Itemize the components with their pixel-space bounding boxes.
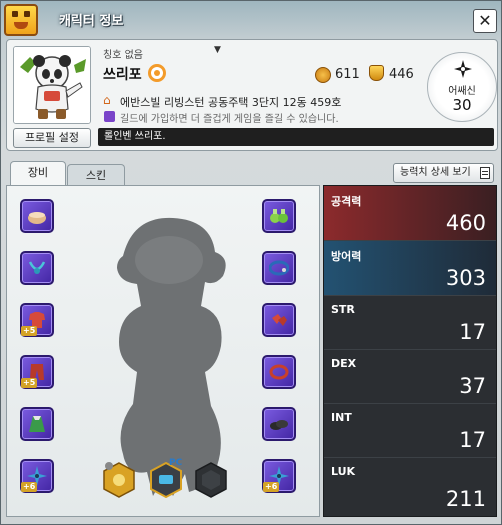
class-name: 어쌔신 (448, 86, 476, 97)
window-title: 캐릭터 정보 (59, 14, 124, 29)
trophy-value: 446 (389, 67, 414, 82)
profile-area: 프로필 설정 칭호 없음 ▼ 쓰리포 611 446 ⌂ 에반스빌 리빙스턴 공… (6, 39, 498, 151)
character-info-icon (4, 4, 38, 36)
stat-value: 303 (445, 266, 486, 290)
equip-slot-left-6[interactable]: +6 (20, 459, 54, 493)
equip-slot-left-2[interactable] (20, 251, 54, 285)
stat-row-attack: 공격력 460 (324, 186, 496, 241)
stat-label: STR (331, 303, 355, 316)
stat-label: 방어력 (331, 250, 362, 263)
enhance-badge: +6 (21, 482, 38, 492)
equip-slot-right-4[interactable] (262, 355, 296, 389)
empty-slot[interactable] (194, 462, 228, 498)
stat-label: 공격력 (331, 195, 362, 208)
stat-value: 211 (445, 487, 486, 511)
emblem-slot[interactable] (102, 462, 136, 498)
tier-badge-icon (148, 64, 166, 82)
equip-slot-left-1[interactable] (20, 199, 54, 233)
equip-slot-right-3[interactable] (262, 303, 296, 337)
character-info-window: 캐릭터 정보 ✕ 프로필 설정 칭호 없음 ▼ 쓰리포 611 446 ⌂ 에반… (0, 0, 502, 525)
popularity-icon (315, 67, 331, 83)
stat-row-int: INT 17 (324, 404, 496, 458)
equip-slot-right-5[interactable] (262, 407, 296, 441)
guild-icon (104, 111, 115, 122)
enhance-badge: +6 (263, 482, 280, 492)
tab-skin[interactable]: 스킨 (67, 164, 125, 185)
popularity-value: 611 (335, 67, 360, 82)
document-icon (480, 167, 490, 179)
title-bar[interactable]: 캐릭터 정보 ✕ (1, 1, 501, 41)
empty-hex-icon (195, 462, 227, 498)
character-silhouette (117, 217, 226, 496)
bowl-icon (28, 212, 46, 224)
gloves-icon (272, 314, 287, 326)
pc-slot[interactable]: PC (149, 458, 183, 499)
equip-slot-right-6[interactable]: +6 (262, 459, 296, 493)
enhance-badge: +5 (21, 378, 38, 388)
stat-value: 460 (445, 211, 486, 235)
stat-value: 17 (459, 428, 486, 452)
stat-row-luk: LUK 211 (324, 458, 496, 516)
equip-slot-right-2[interactable] (262, 251, 296, 285)
title-label: 칭호 없음 (103, 50, 143, 61)
necklace-icon (28, 261, 46, 274)
profile-settings-button[interactable]: 프로필 설정 (13, 128, 91, 148)
stat-label: INT (331, 411, 352, 424)
equip-slot-left-3[interactable]: +5 (20, 303, 54, 337)
collar-icon (269, 260, 289, 276)
home-icon: ⌂ (103, 93, 111, 107)
stat-row-dex: DEX 37 (324, 350, 496, 404)
stat-row-defense: 방어력 303 (324, 241, 496, 296)
assassin-class-icon (454, 60, 472, 78)
shoes-icon (270, 420, 288, 430)
gold-emblem-icon (103, 462, 135, 498)
class-level-medal: 어쌔신 30 (427, 52, 497, 122)
equip-slot-right-1[interactable] (262, 199, 296, 233)
enhance-badge: +5 (21, 326, 38, 336)
guild-text: 길드에 가입하면 더 즐겁게 게임을 즐길 수 있습니다. (120, 114, 339, 125)
home-address: 에반스빌 리빙스턴 공동주택 3단지 12동 459호 (120, 96, 342, 109)
potion-icon (270, 209, 288, 223)
pc-label: PC (169, 458, 183, 468)
stat-detail-label: 능력치 상세 보기 (400, 167, 471, 178)
equip-slot-left-4[interactable]: +5 (20, 355, 54, 389)
tab-equipment[interactable]: 장비 (10, 161, 66, 186)
ring-icon (269, 364, 289, 380)
stats-panel: 공격력 460 방어력 303 STR 17 DEX 37 INT 17 LUK… (323, 185, 497, 517)
title-dropdown-icon[interactable]: ▼ (214, 45, 221, 55)
trophy-icon (369, 65, 384, 81)
panda-avatar-icon (14, 47, 90, 123)
cape-icon (29, 416, 45, 432)
close-button[interactable]: ✕ (473, 9, 497, 33)
equipment-panel: +5 +5 +6 +6 PC (6, 185, 320, 517)
class-level: 30 (452, 96, 472, 114)
stat-value: 17 (459, 320, 486, 344)
stat-label: LUK (331, 465, 356, 478)
stat-label: DEX (331, 357, 357, 370)
stat-value: 37 (459, 374, 486, 398)
status-message[interactable]: 롤인벤 쓰리포. (98, 128, 494, 146)
stat-detail-button[interactable]: 능력치 상세 보기 (393, 163, 494, 183)
stat-row-str: STR 17 (324, 296, 496, 350)
equip-slot-left-5[interactable] (20, 407, 54, 441)
character-name: 쓰리포 (103, 67, 142, 83)
character-avatar (13, 46, 91, 124)
